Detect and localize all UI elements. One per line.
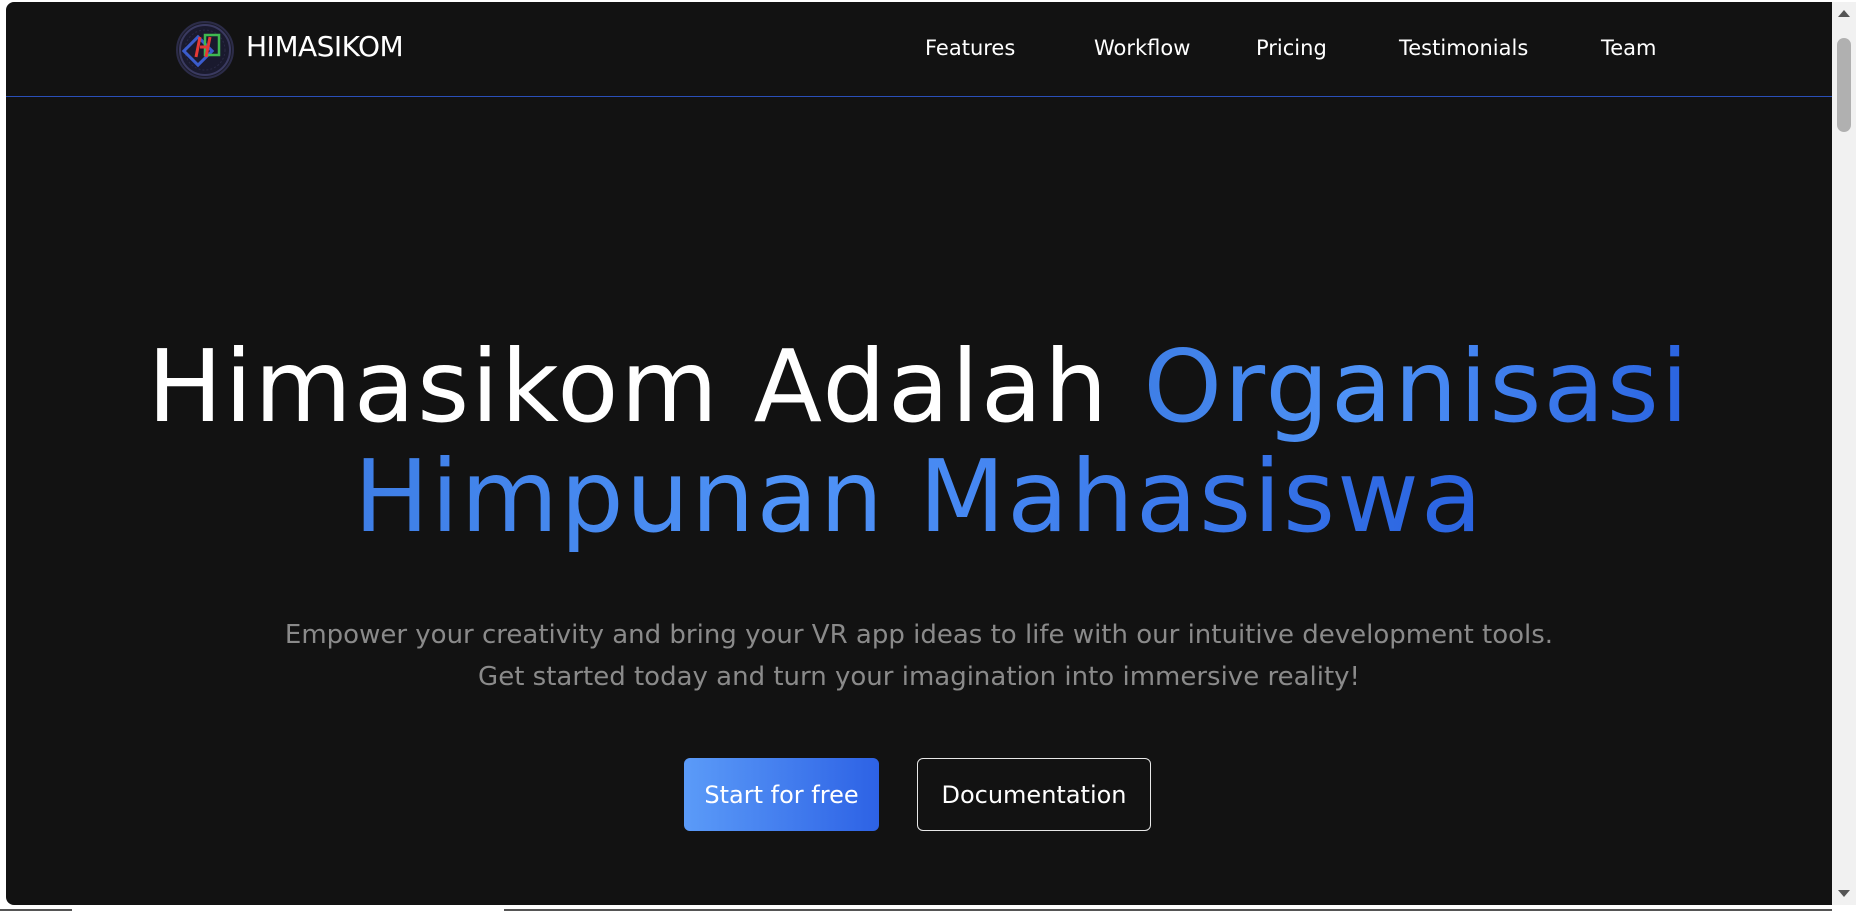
hero-title-accent-line2: Himpunan Mahasiswa	[353, 438, 1485, 555]
scroll-up-arrow-icon[interactable]	[1838, 10, 1850, 17]
scroll-down-arrow-icon[interactable]	[1838, 890, 1850, 897]
nav-link-testimonials[interactable]: Testimonials	[1399, 36, 1528, 60]
hero-subtitle: Empower your creativity and bring your V…	[6, 614, 1832, 698]
nav-link-pricing[interactable]: Pricing	[1256, 36, 1327, 60]
hero-title: Himasikom Adalah Organisasi Himpunan Mah…	[6, 332, 1832, 552]
hero-title-white: Himasikom Adalah	[147, 328, 1144, 445]
top-navbar: HIMASIKOM Features Workflow Pricing Test…	[6, 2, 1832, 97]
scroll-thumb[interactable]	[1837, 38, 1851, 132]
browser-frame: HIMASIKOM Features Workflow Pricing Test…	[0, 0, 1858, 911]
nav-link-workflow[interactable]: Workflow	[1094, 36, 1190, 60]
page-viewport: HIMASIKOM Features Workflow Pricing Test…	[6, 2, 1832, 905]
start-for-free-button[interactable]: Start for free	[684, 758, 879, 831]
documentation-button[interactable]: Documentation	[917, 758, 1151, 831]
nav-link-team[interactable]: Team	[1601, 36, 1657, 60]
hero-subtitle-line1: Empower your creativity and bring your V…	[284, 620, 1554, 650]
hero-title-accent-line1: Organisasi	[1143, 328, 1691, 445]
vertical-scrollbar[interactable]	[1832, 2, 1856, 905]
main-nav: Features Workflow Pricing Testimonials T…	[6, 36, 1832, 66]
nav-link-features[interactable]: Features	[925, 36, 1015, 60]
hero-subtitle-line2: Get started today and turn your imaginat…	[478, 662, 1360, 692]
